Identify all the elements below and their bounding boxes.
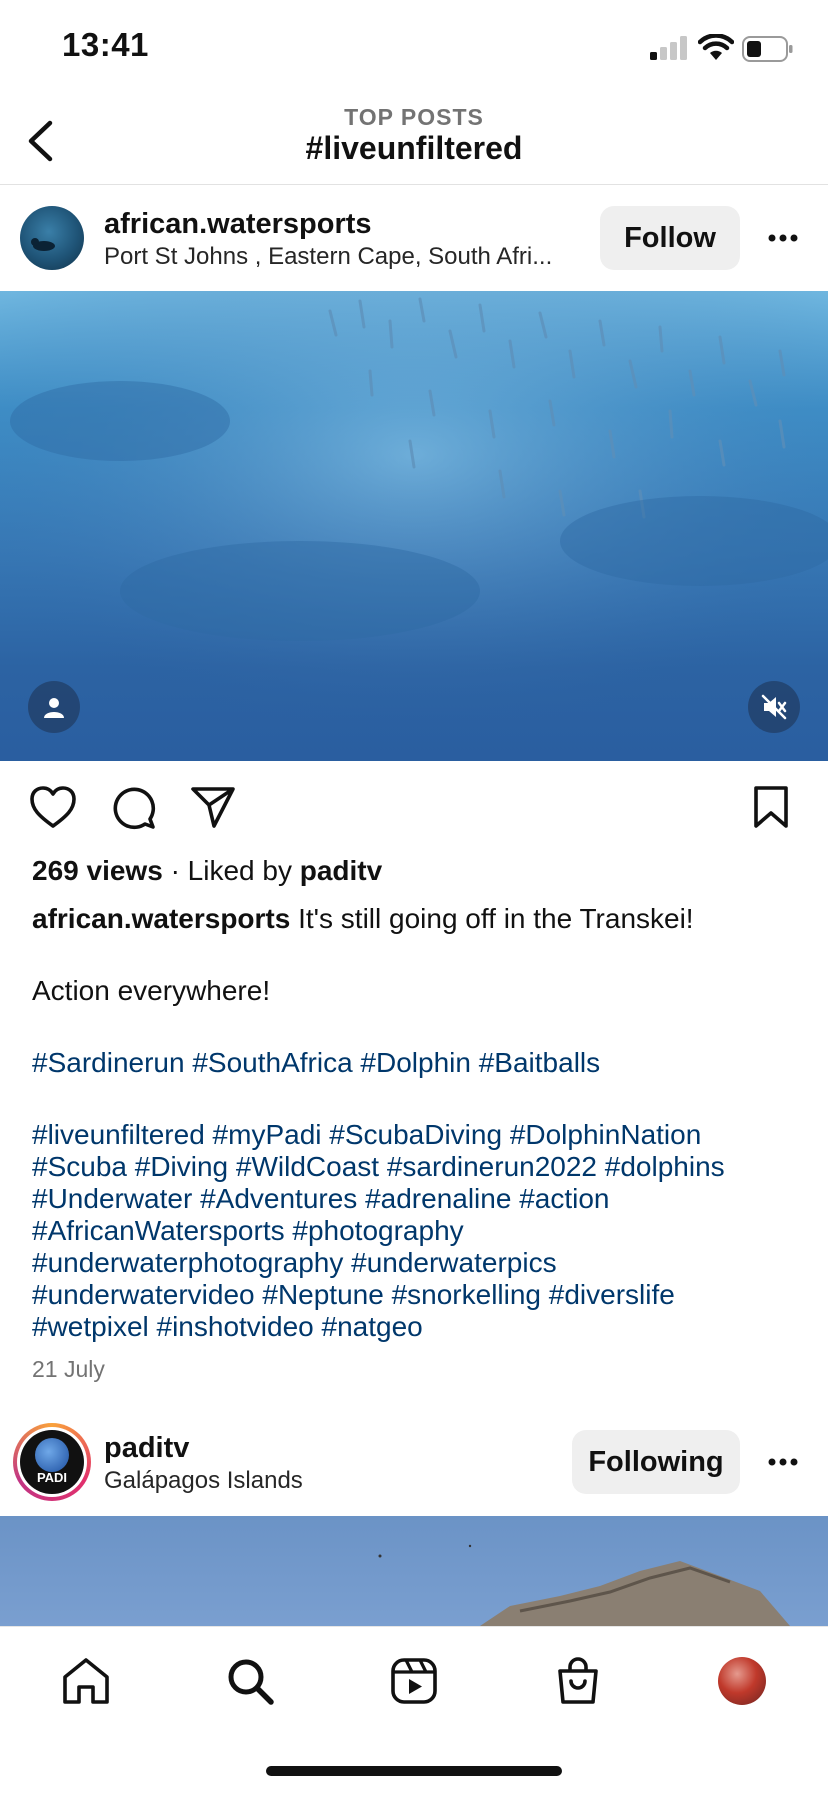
more-horizontal-icon	[768, 234, 798, 242]
header-subtitle: TOP POSTS	[344, 104, 484, 130]
cellular-signal-icon	[650, 36, 687, 60]
post-username[interactable]: african.watersports	[104, 208, 372, 241]
shop-icon	[558, 1657, 598, 1704]
nav-search[interactable]	[218, 1649, 282, 1713]
post-video[interactable]	[0, 291, 828, 761]
tagged-users-button[interactable]	[28, 681, 80, 733]
globe-icon	[35, 1438, 69, 1472]
caption-username[interactable]: african.watersports	[32, 903, 290, 934]
hashtag-line[interactable]: #liveunfiltered #myPadi #ScubaDiving #Do…	[32, 1119, 802, 1151]
hashtag-line[interactable]: #Underwater #Adventures #adrenaline #act…	[32, 1183, 802, 1215]
post-image[interactable]	[0, 1516, 828, 1626]
send-icon	[191, 787, 235, 828]
comment-button[interactable]	[108, 782, 158, 832]
fish-school-image	[0, 291, 828, 761]
nav-home[interactable]	[54, 1649, 118, 1713]
header-divider	[0, 184, 828, 185]
status-time: 13:41	[62, 26, 149, 63]
like-button[interactable]	[28, 782, 78, 832]
bookmark-icon	[754, 786, 788, 828]
home-indicator	[266, 1766, 562, 1776]
follow-button[interactable]: Follow	[600, 206, 740, 270]
caption-hashtags-line1[interactable]: #Sardinerun #SouthAfrica #Dolphin #Baitb…	[32, 1047, 802, 1079]
profile-avatar	[718, 1657, 766, 1705]
post-more-button[interactable]	[758, 218, 808, 258]
hashtag-line[interactable]: #underwatervideo #Neptune #snorkelling #…	[32, 1279, 802, 1311]
battery-icon	[742, 36, 793, 62]
post-date: 21 July	[32, 1356, 105, 1382]
wifi-icon	[698, 34, 734, 60]
nav-reels[interactable]	[382, 1649, 446, 1713]
caption-hashtag-block: #liveunfiltered #myPadi #ScubaDiving #Do…	[32, 1119, 802, 1343]
liked-by-user[interactable]: paditv	[300, 855, 382, 886]
page-title: #liveunfiltered	[305, 130, 523, 166]
story-ring[interactable]: PADI	[13, 1423, 91, 1501]
heart-icon	[30, 786, 76, 828]
post-location[interactable]: Port St Johns , Eastern Cape, South Afri…	[104, 243, 552, 271]
liked-by-prefix: Liked by	[187, 855, 292, 886]
save-button[interactable]	[746, 782, 796, 832]
story-ring-inner: PADI	[17, 1427, 87, 1497]
post-location[interactable]: Galápagos Islands	[104, 1467, 303, 1495]
mute-button[interactable]	[748, 681, 800, 733]
user-tag-icon	[44, 698, 64, 718]
rock-island-image	[378, 1544, 790, 1626]
post-caption: african.watersports It's still going off…	[32, 903, 802, 935]
nav-shop[interactable]	[546, 1649, 610, 1713]
share-button[interactable]	[188, 782, 238, 832]
padi-logo-avatar: PADI	[20, 1430, 84, 1494]
post-author-avatar[interactable]	[20, 206, 84, 270]
comment-icon	[113, 787, 156, 830]
hashtag-line[interactable]: #AfricanWatersports #photography	[32, 1215, 802, 1247]
following-button[interactable]: Following	[572, 1430, 740, 1494]
post-more-button[interactable]	[758, 1442, 808, 1482]
padi-logo-text: PADI	[36, 1470, 68, 1485]
caption-text-line1: It's still going off in the Transkei!	[298, 903, 694, 934]
engagement-line: 269 views · Liked by paditv	[32, 855, 383, 886]
caption-text-line2: Action everywhere!	[32, 975, 271, 1006]
search-icon	[228, 1659, 274, 1705]
post-username[interactable]: paditv	[104, 1432, 189, 1465]
hashtag-line[interactable]: #Scuba #Diving #WildCoast #sardinerun202…	[32, 1151, 802, 1183]
hashtag-line[interactable]: #underwaterphotography #underwaterpics	[32, 1247, 802, 1279]
hashtag-line[interactable]: #wetpixel #inshotvideo #natgeo	[32, 1311, 802, 1343]
speaker-muted-icon	[761, 694, 787, 720]
reels-icon	[391, 1658, 437, 1704]
views-count[interactable]: 269 views	[32, 855, 163, 886]
diver-silhouette-icon	[31, 238, 55, 251]
nav-profile[interactable]	[710, 1649, 774, 1713]
home-icon	[63, 1658, 109, 1704]
more-horizontal-icon	[768, 1458, 798, 1466]
